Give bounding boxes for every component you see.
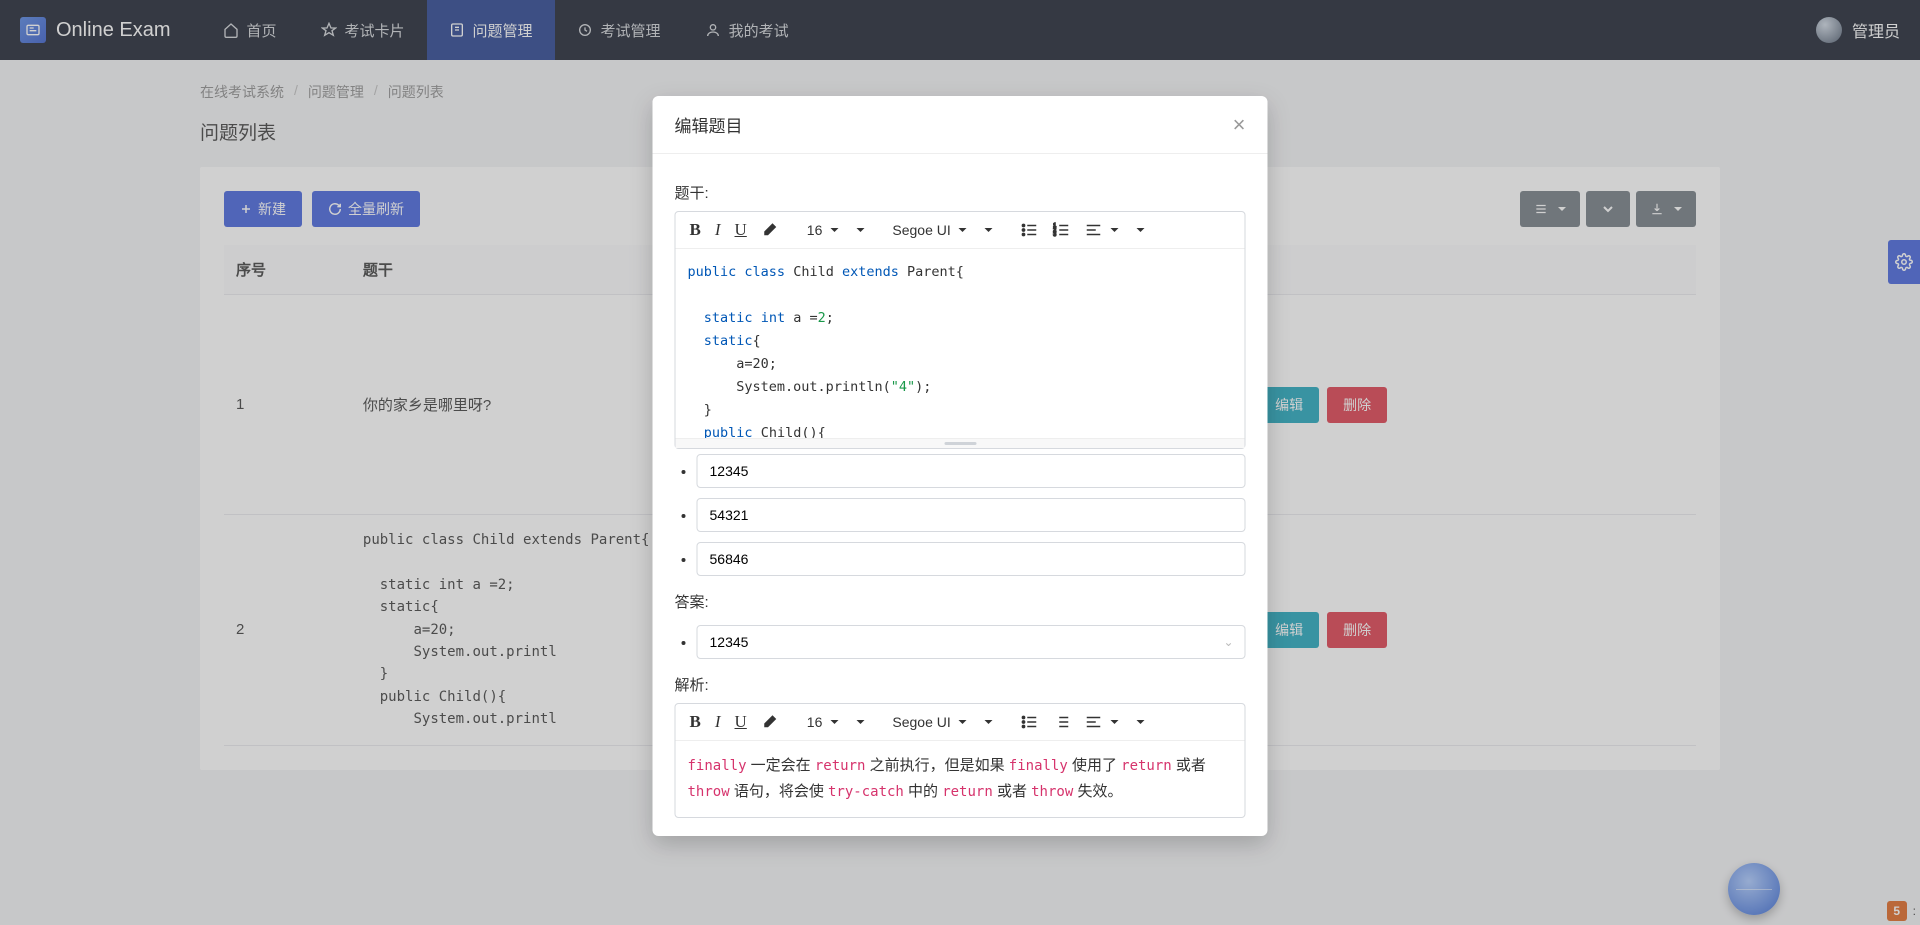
analysis-editor: B I U 16 Segoe UI finally 一定会在 return 之前… <box>675 703 1246 818</box>
bold-icon[interactable]: B <box>690 712 701 732</box>
eraser-icon[interactable] <box>761 713 779 731</box>
editor-toolbar: B I U 16 Segoe UI <box>676 704 1245 740</box>
analysis-editor-content[interactable]: finally 一定会在 return 之前执行，但是如果 finally 使用… <box>676 740 1245 817</box>
font-family-select[interactable]: Segoe UI <box>892 714 966 730</box>
font-size-select[interactable]: 16 <box>807 222 839 238</box>
underline-icon[interactable]: U <box>735 712 747 732</box>
align-icon[interactable] <box>1085 713 1119 731</box>
font-family-more[interactable] <box>981 228 993 232</box>
bold-icon[interactable]: B <box>690 220 701 240</box>
label-stem: 题干: <box>675 182 1246 203</box>
option-input-2[interactable] <box>697 498 1246 532</box>
option-input-3[interactable] <box>697 542 1246 576</box>
chevron-down-icon: ⌄ <box>1223 635 1233 649</box>
font-size-select[interactable]: 16 <box>807 714 839 730</box>
answer-value[interactable] <box>697 625 1246 659</box>
ul-icon[interactable] <box>1021 221 1039 239</box>
ol-icon[interactable]: 123 <box>1053 221 1071 239</box>
modal-title: 编辑题目 <box>675 112 743 137</box>
editor-resize-handle[interactable] <box>676 438 1245 448</box>
underline-icon[interactable]: U <box>735 220 747 240</box>
option-input-1[interactable] <box>697 454 1246 488</box>
close-icon[interactable]: × <box>1233 114 1246 136</box>
ul-icon[interactable] <box>1021 713 1039 731</box>
more-icon[interactable] <box>1133 720 1145 724</box>
italic-icon[interactable]: I <box>715 712 721 732</box>
options-list <box>675 449 1246 581</box>
font-family-more[interactable] <box>981 720 993 724</box>
ol-icon[interactable] <box>1053 713 1071 731</box>
more-icon[interactable] <box>1133 228 1145 232</box>
answer-select[interactable]: ⌄ <box>697 620 1246 664</box>
eraser-icon[interactable] <box>761 221 779 239</box>
label-analysis: 解析: <box>675 674 1246 695</box>
stem-editor: B I U 16 Segoe UI 123 public class Child… <box>675 211 1246 449</box>
align-icon[interactable] <box>1085 221 1119 239</box>
italic-icon[interactable]: I <box>715 220 721 240</box>
edit-question-modal: 编辑题目 × 题干: B I U 16 Segoe UI 123 <box>653 96 1268 836</box>
font-size-more[interactable] <box>852 228 864 232</box>
font-size-more[interactable] <box>852 720 864 724</box>
svg-text:3: 3 <box>1054 232 1057 238</box>
font-family-select[interactable]: Segoe UI <box>892 222 966 238</box>
label-answer: 答案: <box>675 591 1246 612</box>
editor-toolbar: B I U 16 Segoe UI 123 <box>676 212 1245 248</box>
stem-editor-content[interactable]: public class Child extends Parent{ stati… <box>676 248 1245 438</box>
